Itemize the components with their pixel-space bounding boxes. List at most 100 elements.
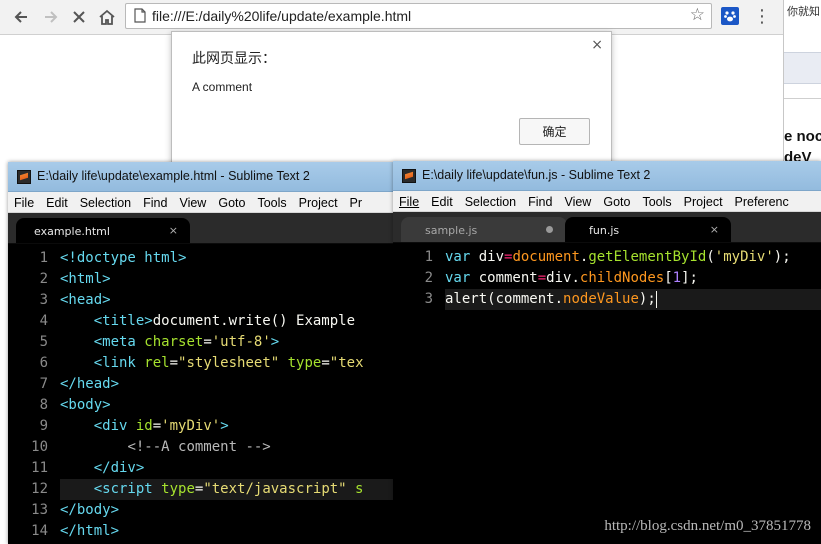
code-line[interactable]: <head> (60, 290, 394, 311)
code-token: div. (546, 270, 580, 286)
menu-tools[interactable]: Tools (636, 192, 677, 210)
code-line[interactable]: <title>document.write() Example (60, 311, 394, 332)
paw-icon[interactable] (721, 7, 739, 25)
code-line[interactable]: <body> (60, 395, 394, 416)
ok-button[interactable]: 确定 (519, 118, 590, 145)
code-token: type (287, 355, 322, 371)
code-token: document.write() Example (152, 313, 356, 329)
code-line[interactable]: alert(comment.nodeValue); (445, 289, 821, 310)
menu-tools[interactable]: Tools (251, 193, 292, 211)
star-icon[interactable]: ☆ (690, 5, 705, 25)
code-line[interactable]: </html> (60, 521, 394, 542)
tab-fun-js[interactable]: fun.js × (565, 217, 731, 242)
menu-edit[interactable]: Edit (425, 192, 459, 210)
unsaved-dot-icon[interactable] (546, 226, 553, 233)
tab-label: fun.js (589, 224, 620, 237)
code-line[interactable]: var div=document.getElementById('myDiv')… (445, 247, 821, 268)
tab-sample-js[interactable]: sample.js (401, 217, 567, 242)
code-token: "text/javascript" (203, 481, 347, 497)
menu-goto[interactable]: Goto (597, 192, 636, 210)
code-token: <head> (60, 292, 111, 308)
title-bar[interactable]: E:\daily life\update\example.html - Subl… (8, 162, 394, 192)
code-token: rel (144, 355, 170, 371)
watermark: http://blog.csdn.net/m0_37851778 (604, 518, 811, 534)
tab-label: sample.js (425, 224, 478, 237)
menu-find[interactable]: Find (137, 193, 173, 211)
tab-example-html[interactable]: example.html × (16, 218, 190, 243)
close-icon[interactable]: × (591, 37, 603, 53)
code-token: ); (773, 249, 791, 265)
code-token: 'myDiv' (161, 418, 221, 434)
code-line[interactable]: var comment=div.childNodes[1]; (445, 268, 821, 289)
arrow-right-icon[interactable] (38, 4, 64, 30)
code-line[interactable]: </head> (60, 374, 394, 395)
code-line[interactable]: <!doctype html> (60, 248, 394, 269)
code-area[interactable]: <!doctype html> <html> <head> <title>docum… (60, 248, 394, 542)
menu-goto[interactable]: Goto (212, 193, 251, 211)
code-token: <div (93, 418, 136, 434)
close-icon[interactable] (66, 4, 92, 30)
tab-label: example.html (34, 225, 110, 238)
code-line[interactable]: <div id='myDiv'> (60, 416, 394, 437)
menu-bar: File Edit Selection Find View Goto Tools Projec… (8, 192, 394, 213)
url-text[interactable]: file:///E:/daily%20life/update/example.h… (152, 8, 411, 24)
alert-dialog: × 此网页显示： A comment 确定 (171, 31, 612, 171)
menu-edit[interactable]: Edit (40, 193, 74, 211)
line-number: 14 (31, 523, 48, 539)
menu-selection[interactable]: Selection (459, 192, 522, 210)
sublime-icon (402, 169, 416, 183)
sublime-icon (17, 170, 31, 184)
menu-project[interactable]: Project (293, 193, 344, 211)
menu-file[interactable]: File (393, 192, 425, 210)
code-token: getElementById (588, 249, 707, 265)
background-text-1: e noc (784, 128, 821, 145)
address-bar[interactable]: file:///E:/daily%20life/update/example.h… (125, 3, 712, 29)
line-number: 3 (39, 292, 48, 308)
code-token: <script (93, 481, 162, 497)
line-number: 1 (39, 250, 48, 266)
line-number: 3 (424, 291, 433, 307)
code-token: s (346, 481, 364, 497)
code-token: type (161, 481, 195, 497)
more-vertical-icon[interactable]: ⋮ (752, 6, 772, 28)
menu-view[interactable]: View (173, 193, 212, 211)
window-title: E:\daily life\update\example.html - Subl… (37, 169, 310, 183)
code-line[interactable]: <meta charset='utf-8'> (60, 332, 394, 353)
line-number: 1 (424, 249, 433, 265)
code-editor[interactable]: 1 2 3 var div=document.getElementById('myD… (393, 243, 821, 544)
home-icon[interactable] (94, 4, 120, 30)
menu-project[interactable]: Project (678, 192, 729, 210)
code-token: ]; (681, 270, 698, 286)
code-area[interactable]: var div=document.getElementById('myDiv')… (445, 247, 821, 310)
menu-preferences[interactable]: Pr (344, 193, 369, 211)
close-icon[interactable]: × (169, 224, 178, 237)
code-line[interactable]: </div> (60, 458, 394, 479)
code-token: = (169, 355, 179, 371)
code-line[interactable]: </body> (60, 500, 394, 521)
code-line[interactable]: <script type="text/javascript" s (60, 479, 394, 500)
code-editor[interactable]: 1 2 3 4 5 6 7 8 9 10 11 12 13 14 <!doctype html> <html… (8, 244, 394, 544)
code-token: "tex (329, 355, 364, 371)
code-line[interactable]: <html> (60, 269, 394, 290)
menu-preferences[interactable]: Preferenc (729, 192, 795, 210)
code-token: div (478, 249, 505, 265)
code-token: 'utf-8' (211, 334, 271, 350)
close-icon[interactable]: × (710, 223, 719, 236)
menu-view[interactable]: View (558, 192, 597, 210)
code-token: </html> (60, 523, 120, 539)
menu-selection[interactable]: Selection (74, 193, 137, 211)
code-token: = (203, 334, 212, 350)
code-token: comment (478, 270, 538, 286)
line-number: 9 (39, 418, 48, 434)
alert-title: 此网页显示： (192, 51, 276, 67)
title-bar[interactable]: E:\daily life\update\fun.js - Sublime Te… (393, 161, 821, 191)
background-window: 你就知 e noc deV (784, 0, 821, 165)
tab-bar: sample.js fun.js × (393, 212, 821, 242)
menu-find[interactable]: Find (522, 192, 558, 210)
arrow-left-icon[interactable] (8, 4, 34, 30)
code-line[interactable]: <!--A comment --> (60, 437, 394, 458)
menu-file[interactable]: File (8, 193, 40, 211)
code-line[interactable]: <link rel="stylesheet" type="tex (60, 353, 394, 374)
